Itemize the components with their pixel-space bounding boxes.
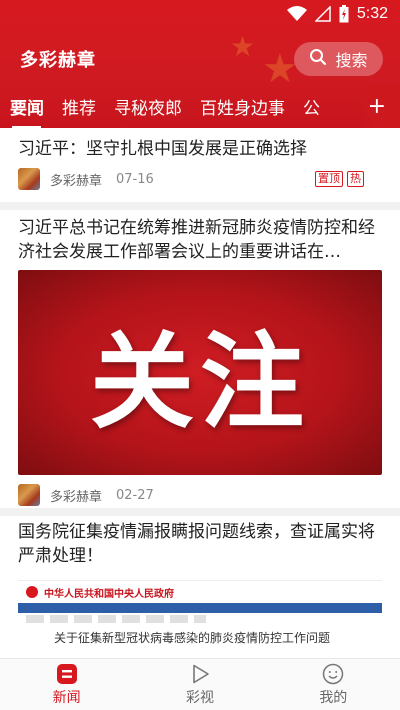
- pinned-badge: 置顶: [315, 171, 343, 187]
- nav-profile-label: 我的: [319, 689, 348, 706]
- national-emblem-icon: [26, 586, 38, 598]
- status-bar: 5:32: [0, 0, 400, 30]
- gov-site-name: 中华人民共和国中央人民政府: [44, 588, 174, 600]
- tab-xunmi-yelang[interactable]: 寻秘夜郎: [105, 94, 191, 119]
- article-date: 02-27: [116, 487, 154, 503]
- article-image[interactable]: 关注: [18, 270, 382, 475]
- tab-gong[interactable]: 公: [294, 94, 329, 119]
- gov-doc-title: 关于征集新型冠状病毒感染的肺炎疫情防控工作问题: [54, 631, 331, 645]
- article-title[interactable]: 习近平：坚守扎根中国发展是正确选择: [18, 137, 384, 161]
- gov-site-breadcrumb: [26, 615, 206, 623]
- flag-star-decoration: ★: [230, 30, 256, 63]
- tab-baixing-shenbianshi[interactable]: 百姓身边事: [191, 94, 294, 119]
- article-image[interactable]: 中华人民共和国中央人民政府 关于征集新型冠状病毒感染的肺炎疫情防控工作问题: [18, 580, 382, 650]
- search-label: 搜索: [335, 51, 368, 70]
- article-source: 多彩赫章: [50, 489, 103, 505]
- gov-site-header: 中华人民共和国中央人民政府: [18, 581, 382, 603]
- nav-video[interactable]: 彩视: [133, 659, 266, 710]
- source-avatar: [18, 484, 40, 506]
- article-date: 07-16: [116, 171, 154, 187]
- gov-site-nav: [18, 603, 382, 613]
- divider: [0, 508, 400, 516]
- status-time: 5:32: [356, 5, 388, 22]
- play-icon: [189, 663, 211, 685]
- article-title[interactable]: 习近平总书记在统筹推进新冠肺炎疫情防控和经济社会发展工作部署会议上的重要讲话在…: [18, 216, 384, 264]
- nav-news[interactable]: 新闻: [0, 659, 133, 710]
- plus-icon: +: [367, 93, 386, 119]
- search-button[interactable]: 搜索: [294, 42, 383, 76]
- hot-badge: 热: [347, 171, 364, 187]
- search-icon: [309, 48, 327, 70]
- channel-tabs: 要闻 推荐 寻秘夜郎 百姓身边事 公: [0, 84, 400, 128]
- app-title: 多彩赫章: [20, 50, 96, 71]
- bottom-nav: 新闻 彩视 我的: [0, 658, 400, 710]
- signal-icon: [314, 6, 331, 22]
- article-meta: 多彩赫章 02-27: [18, 483, 154, 507]
- add-channel-button[interactable]: +: [360, 84, 400, 128]
- article-badges: 置顶 热: [315, 171, 364, 187]
- tab-tuijian[interactable]: 推荐: [53, 94, 105, 119]
- nav-profile[interactable]: 我的: [267, 659, 400, 710]
- nav-news-label: 新闻: [52, 689, 81, 706]
- tab-yaowen[interactable]: 要闻: [0, 94, 53, 128]
- wifi-icon: [286, 6, 307, 22]
- source-avatar: [18, 168, 40, 190]
- divider: [0, 202, 400, 210]
- article-image-text: 关注: [89, 321, 310, 443]
- app-header: ★ ★ 5:32 多彩赫章 搜索 要闻 推荐 寻秘夜郎 百姓身边事 公 +: [0, 0, 400, 128]
- nav-video-label: 彩视: [185, 689, 214, 706]
- article-meta: 多彩赫章 07-16 置顶 热: [18, 167, 382, 191]
- news-icon: [56, 663, 78, 685]
- battery-icon: [339, 5, 349, 23]
- article-title[interactable]: 国务院征集疫情漏报瞒报问题线索，查证属实将严肃处理！: [18, 520, 384, 568]
- article-source: 多彩赫章: [50, 173, 103, 189]
- smile-icon: [322, 663, 344, 685]
